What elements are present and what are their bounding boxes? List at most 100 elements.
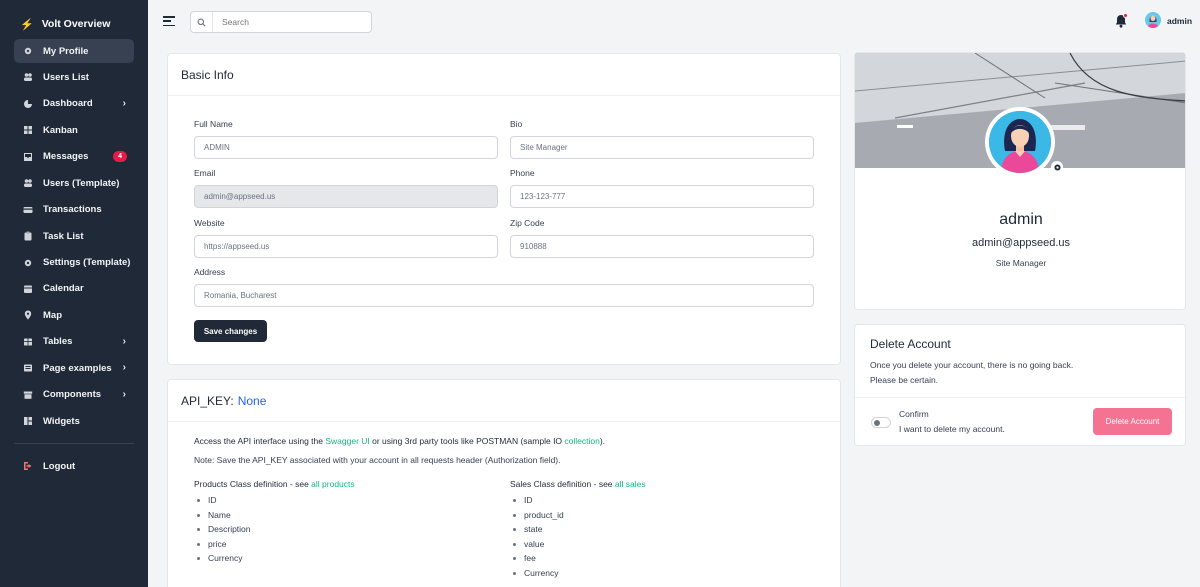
profile-avatar[interactable] — [985, 107, 1055, 177]
search-icon — [191, 12, 213, 32]
list-item: product_id — [510, 510, 810, 525]
list-item: price — [194, 539, 494, 554]
sidebar-item-transactions[interactable]: Transactions — [14, 198, 134, 222]
sidebar-item-label: Messages — [43, 151, 89, 163]
topbar: admin — [148, 0, 1200, 44]
brand[interactable]: ⚡ Volt Overview — [0, 11, 148, 37]
list-item: fee — [510, 553, 810, 568]
sidebar-item-settings-template[interactable]: Settings (Template) — [14, 251, 134, 275]
sidebar-item-task-list[interactable]: Task List — [14, 224, 134, 248]
sidebar-item-map[interactable]: Map — [14, 303, 134, 327]
email-label: Email — [194, 168, 216, 178]
list-item: Currency — [194, 553, 494, 568]
sidebar-item-label: Calendar — [43, 283, 84, 295]
bolt-icon: ⚡ — [20, 18, 34, 31]
sidebar-item-label: Users (Template) — [43, 177, 120, 189]
all-products-link[interactable]: all products — [311, 479, 354, 489]
full-name-input[interactable]: ADMIN — [194, 136, 498, 159]
avatar-settings-icon[interactable] — [1051, 161, 1063, 173]
website-label: Website — [194, 218, 225, 228]
search-box[interactable] — [190, 11, 372, 33]
save-changes-button[interactable]: Save changes — [194, 320, 267, 342]
brand-name: Volt Overview — [41, 18, 111, 30]
email-field: Email admin@appseed.us — [194, 168, 498, 208]
menu-toggle-icon[interactable] — [163, 16, 175, 29]
zip-label: Zip Code — [510, 218, 545, 228]
document-icon — [22, 362, 34, 374]
chevron-right-icon: › — [122, 335, 126, 347]
chart-pie-icon — [22, 98, 34, 110]
api-key-header: API_KEY: None — [168, 380, 840, 422]
calendar-icon — [22, 283, 34, 295]
sidebar-item-users-template[interactable]: Users (Template) — [14, 171, 134, 195]
delete-account-button[interactable]: Delete Account — [1093, 408, 1172, 435]
sidebar-item-label: Page examples — [43, 362, 112, 374]
sidebar-item-widgets[interactable]: Widgets — [14, 409, 134, 433]
profile-email: admin@appseed.us — [971, 237, 1070, 249]
location-icon — [22, 309, 34, 321]
clipboard-icon — [22, 230, 34, 242]
address-label: Address — [194, 267, 226, 277]
list-item: Description — [194, 524, 494, 539]
sidebar-item-label: Kanban — [43, 124, 78, 136]
website-field: Website https://appseed.us — [194, 218, 498, 258]
api-key-value: None — [237, 393, 267, 408]
full-name-field: Full Name ADMIN — [194, 119, 498, 159]
logout-button[interactable]: Logout — [14, 454, 134, 478]
messages-badge: 4 — [113, 150, 127, 162]
api-key-title: API_KEY: — [181, 393, 234, 408]
phone-field: Phone 123-123-777 — [510, 168, 814, 208]
list-item: Currency — [510, 568, 810, 583]
sidebar-item-label: Dashboard — [43, 98, 93, 110]
users-icon — [22, 71, 34, 83]
sidebar-item-dashboard[interactable]: Dashboard › — [14, 92, 134, 116]
widgets-icon — [22, 415, 34, 427]
delete-account-card: Delete Account Once you delete your acco… — [854, 324, 1186, 446]
sales-heading: Sales Class definition - see all sales — [510, 479, 810, 489]
bell-icon[interactable] — [1115, 13, 1128, 28]
sidebar-item-kanban[interactable]: Kanban — [14, 118, 134, 142]
bio-field: Bio Site Manager — [510, 119, 814, 159]
address-field: Address Romania, Bucharest — [194, 267, 814, 307]
api-body: Access the API interface using the Swagg… — [194, 436, 814, 578]
address-input[interactable]: Romania, Bucharest — [194, 284, 814, 307]
zip-input[interactable]: 910888 — [510, 235, 814, 258]
sidebar-divider — [14, 443, 134, 445]
all-sales-link[interactable]: all sales — [615, 479, 646, 489]
swagger-link[interactable]: Swagger UI — [325, 436, 369, 446]
phone-input[interactable]: 123-123-777 — [510, 185, 814, 208]
email-input: admin@appseed.us — [194, 185, 498, 208]
products-heading: Products Class definition - see all prod… — [194, 479, 494, 489]
user-name[interactable]: admin — [1167, 16, 1192, 26]
basic-info-card: Basic Info Full Name ADMIN Bio Site Mana… — [167, 53, 841, 365]
sidebar-item-calendar[interactable]: Calendar — [14, 277, 134, 301]
search-input[interactable] — [213, 17, 363, 27]
grid-icon — [22, 124, 34, 136]
delete-account-title: Delete Account — [870, 337, 951, 351]
chevron-right-icon: › — [122, 97, 126, 109]
collection-link[interactable]: collection — [564, 436, 599, 446]
sidebar: ⚡ Volt Overview My Profile Users List Da… — [0, 0, 148, 587]
api-text: Access the API interface using the — [194, 436, 326, 446]
website-input[interactable]: https://appseed.us — [194, 235, 498, 258]
sales-fields-list: ID product_id state value fee Currency — [510, 495, 810, 583]
sidebar-item-label: Components — [43, 389, 102, 401]
sidebar-item-components[interactable]: Components › — [14, 383, 134, 407]
sidebar-item-my-profile[interactable]: My Profile — [14, 39, 134, 63]
user-avatar[interactable] — [1145, 12, 1161, 28]
divider — [855, 397, 1185, 398]
confirm-delete-toggle[interactable] — [871, 417, 891, 428]
sidebar-item-users-list[interactable]: Users List — [14, 65, 134, 89]
api-text: or using 3rd party tools like POSTMAN (s… — [369, 436, 565, 446]
inbox-icon — [22, 151, 34, 163]
products-fields-list: ID Name Description price Currency — [194, 495, 494, 568]
bio-input[interactable]: Site Manager — [510, 136, 814, 159]
sidebar-item-tables[interactable]: Tables › — [14, 330, 134, 354]
sidebar-item-page-examples[interactable]: Page examples › — [14, 356, 134, 380]
sidebar-item-messages[interactable]: Messages 4 — [14, 145, 134, 169]
chevron-right-icon: › — [122, 388, 126, 400]
api-note: Note: Save the API_KEY associated with y… — [194, 455, 561, 465]
sidebar-item-label: Transactions — [43, 204, 102, 216]
list-item: state — [510, 524, 810, 539]
zip-field: Zip Code 910888 — [510, 218, 814, 258]
